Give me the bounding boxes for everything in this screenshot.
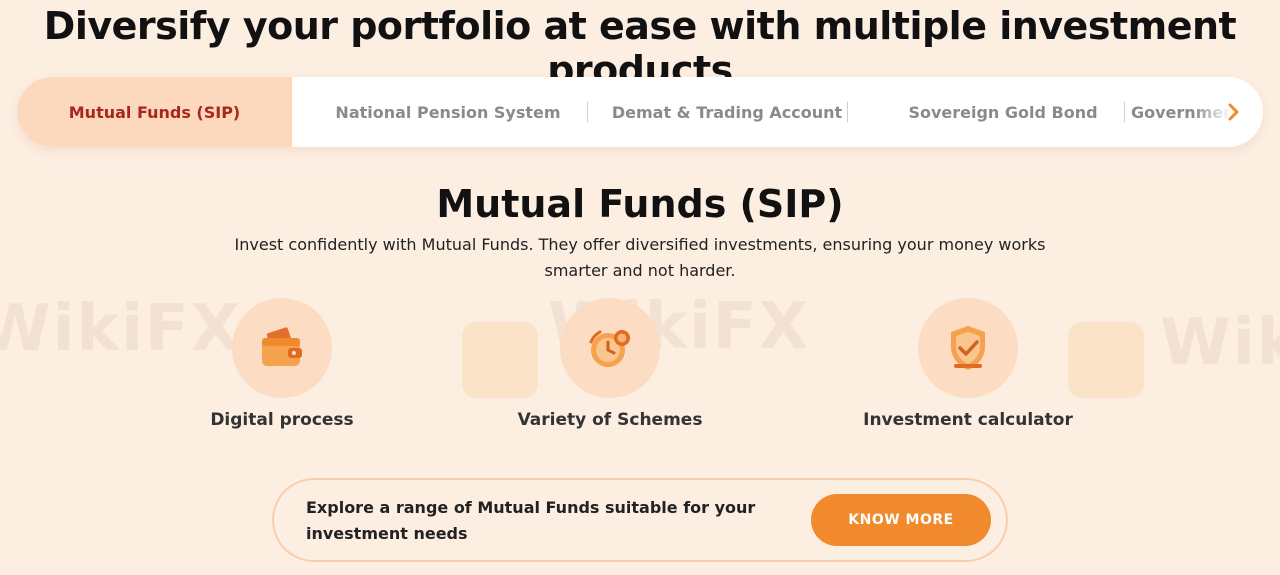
tab-demat-trading-account[interactable]: Demat & Trading Account [589, 77, 865, 147]
feature-digital-process: Digital process [162, 298, 402, 430]
tab-mutual-funds[interactable]: Mutual Funds (SIP) [17, 77, 292, 147]
feature-variety-of-schemes: Variety of Schemes [490, 298, 730, 430]
feature-label: Digital process [210, 410, 354, 430]
watermark-text: WikiFX [1160, 306, 1280, 380]
product-tab-bar: Mutual Funds (SIP) National Pension Syst… [17, 77, 1263, 147]
section-title: Mutual Funds (SIP) [436, 182, 844, 226]
know-more-button[interactable]: KNOW MORE [811, 494, 991, 546]
wallet-icon [262, 327, 302, 366]
tab-sovereign-gold-bond[interactable]: Sovereign Gold Bond [867, 77, 1139, 147]
cta-text: Explore a range of Mutual Funds suitable… [306, 498, 756, 543]
feature-label: Investment calculator [863, 410, 1073, 430]
chevron-right-icon [1228, 103, 1239, 121]
feature-icon-circle [232, 298, 332, 398]
cta-banner: Explore a range of Mutual Funds suitable… [272, 478, 1008, 562]
tab-divider [847, 102, 848, 122]
feature-label: Variety of Schemes [517, 410, 703, 430]
feature-investment-calculator: Investment calculator [848, 298, 1088, 430]
feature-icon-circle [918, 298, 1018, 398]
tab-divider [1124, 102, 1125, 122]
tab-national-pension-system[interactable]: National Pension System [309, 77, 587, 147]
feature-icon-circle [560, 298, 660, 398]
shield-check-icon [951, 326, 985, 370]
tab-scroll-right-button[interactable] [1219, 97, 1249, 127]
section-description: Invest confidently with Mutual Funds. Th… [234, 235, 1046, 280]
clock-coin-icon [589, 330, 630, 367]
tab-divider [587, 102, 588, 122]
